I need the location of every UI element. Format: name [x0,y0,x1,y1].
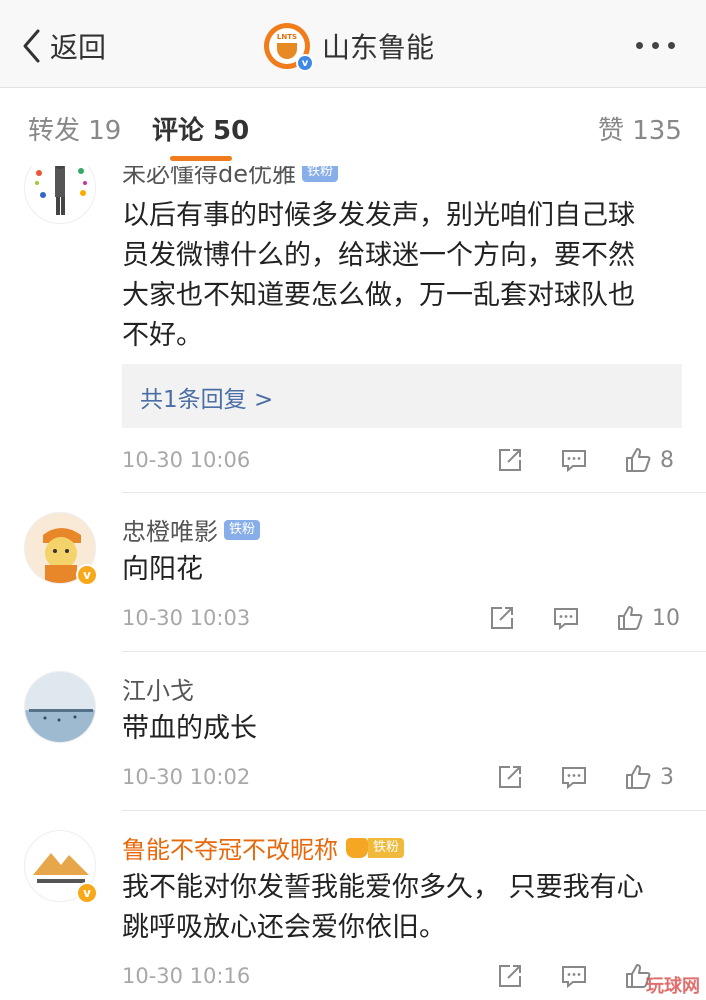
tab-bar: 转发 19 评论 50 赞 135 [0,88,706,166]
shield-icon [277,43,297,59]
avatar[interactable]: v [24,512,98,586]
comment-text: 以后有事的时候多发发声，别光咱们自己球 员发微博什么的，给球迷一个方向，要不然 … [122,200,635,351]
avatar[interactable] [24,671,96,743]
chevron-left-icon [23,29,40,63]
fan-badge: 铁粉 [224,519,261,540]
more-options-icon[interactable] [636,42,675,49]
fan-badge: 铁粉 [368,837,405,858]
fan-level-badge: 铁粉 [346,837,405,858]
comment-icon[interactable] [560,763,588,791]
comment-time: 10-30 10:03 [122,606,251,630]
username[interactable]: 忠橙唯影 铁粉 [122,512,261,547]
share-icon[interactable] [488,604,516,632]
username[interactable]: 未必懂得de优雅 铁粉 [122,166,339,189]
comment-icon[interactable] [560,446,588,474]
username[interactable]: 江小戈 [122,671,194,706]
comment-text: 带血的成长 [122,713,257,744]
username-text[interactable]: 鲁能不夺冠不改昵称 [122,830,338,865]
comment-time: 10-30 10:16 [122,964,251,988]
like-count: 8 [660,447,674,473]
active-tab-indicator [170,156,232,161]
like-count: 10 [652,605,680,631]
comment-time: 10-30 10:02 [122,765,251,789]
account-avatar: LNTS v [264,23,314,72]
comment-text: 我不能对你发誓我能爱你多久， 只要我有心 跳呼吸放心还会爱你依旧。 [122,872,644,943]
comment-text: 向阳花 [122,554,203,585]
share-icon[interactable] [496,446,524,474]
navigation-bar: 返回 LNTS v 山东鲁能 [0,0,706,88]
like-icon[interactable] [624,446,652,474]
like-icon[interactable] [624,763,652,791]
comment-actions: 8 [496,446,680,474]
like-count: 3 [660,764,674,790]
verified-icon: v [76,564,98,586]
share-icon[interactable] [496,962,524,990]
tab-comment[interactable]: 评论 50 [152,110,249,147]
divider [122,492,706,493]
tab-forward[interactable]: 转发 19 [28,110,121,147]
crown-icon [346,837,368,858]
logo-text: LNTS [276,33,298,41]
username[interactable]: 鲁能不夺冠不改昵称 铁粉 [122,830,405,865]
verified-icon: v [76,882,98,904]
back-label: 返回 [50,31,107,64]
page-title: 山东鲁能 [322,31,435,64]
account-title[interactable]: LNTS v 山东鲁能 [264,20,434,72]
fan-badge: 铁粉 [302,166,339,182]
username-text[interactable]: 江小戈 [122,671,194,706]
watermark: 玩球网 [646,976,700,997]
tab-like[interactable]: 赞 135 [598,110,682,147]
comment-actions: 3 [496,763,680,791]
avatar[interactable] [24,166,96,224]
comment-icon[interactable] [552,604,580,632]
divider [122,651,706,652]
comment-list: 未必懂得de优雅 铁粉 以后有事的时候多发发声，别光咱们自己球 员发微博什么的，… [0,166,706,1000]
reply-summary-label[interactable]: 共1条回复 > [140,380,273,414]
comment-actions: 10 [488,604,680,632]
verified-icon: v [296,54,314,72]
username-text[interactable]: 忠橙唯影 [122,512,218,547]
avatar[interactable]: v [24,830,98,904]
share-icon[interactable] [496,763,524,791]
back-button[interactable]: 返回 [20,26,106,66]
comment-icon[interactable] [560,962,588,990]
username-text[interactable]: 未必懂得de优雅 [122,166,296,189]
comment-time: 10-30 10:06 [122,448,251,472]
reply-summary[interactable]: 共1条回复 > [122,364,682,428]
like-icon[interactable] [616,604,644,632]
divider [122,810,706,811]
